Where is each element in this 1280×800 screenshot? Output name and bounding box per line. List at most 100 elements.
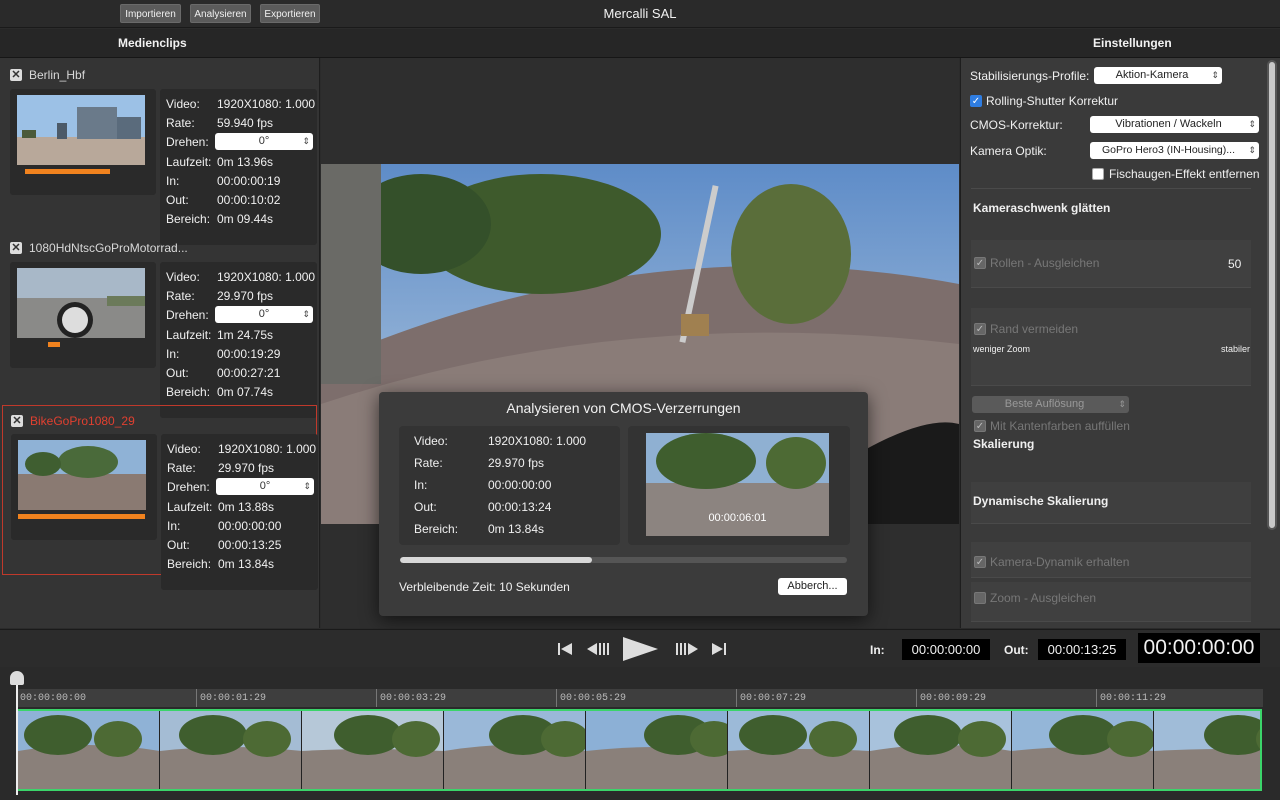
cam-dynamics-label: Kamera-Dynamik erhalten [990,555,1130,569]
filmstrip[interactable] [16,709,1262,791]
stepper-icon: ⇕ [302,309,310,319]
dialog-thumbnail: 00:00:06:01 [646,433,829,536]
step-forward-icon[interactable] [674,640,700,658]
stepper-icon: ⇕ [303,481,311,491]
filmstrip-frame [444,711,586,789]
rotate-label: Drehen: [166,135,209,149]
in-label: In: [414,478,428,492]
rotate-select[interactable]: 0° ⇕ [216,478,314,495]
remove-clip-icon[interactable]: ✕ [11,415,23,427]
range-label: Bereich: [414,522,459,536]
resolution-select[interactable]: Beste Auflösung ⇕ [972,396,1129,413]
video-label: Video: [414,434,448,448]
in-label: In: [166,174,180,188]
out-label: Out: [414,500,437,514]
filmstrip-frame [586,711,728,789]
current-timecode: 00:00:00:00 [1138,633,1260,663]
profile-value: Aktion-Kamera [1115,69,1189,81]
remove-clip-icon[interactable]: ✕ [10,242,22,254]
clip-thumbnail [17,268,145,338]
timeline-tick-mark [1096,689,1097,707]
rate-label: Rate: [166,289,195,303]
optics-select[interactable]: GoPro Hero3 (IN-Housing)... ⇕ [1090,142,1259,159]
video-value: 1920X1080: 1.000 [218,442,317,456]
timeline-tick-mark [916,689,917,707]
rolling-shutter-label: Rolling-Shutter Korrektur [986,94,1119,108]
rate-value: 29.970 fps [217,289,274,303]
timeline-tick-label: 00:00:00:00 [20,693,87,704]
timeline-tick-mark [196,689,197,707]
go-to-end-icon[interactable] [710,640,728,658]
timeline-tick-label: 00:00:01:29 [200,693,267,704]
rate-value: 29.970 fps [488,456,545,470]
duration-value: 0m 13.96s [217,155,274,169]
cancel-button[interactable]: Abberch... [778,578,847,595]
timeline-ruler[interactable]: 00:00:00:00 00:00:01:29 00:00:03:29 00:00:0… [16,689,1263,707]
less-zoom-label: weniger Zoom [973,344,1031,354]
in-label: In: [166,347,180,361]
in-value: 00:00:00:00 [488,478,552,492]
filmstrip-frame [302,711,444,789]
rotate-label: Drehen: [166,308,209,322]
filmstrip-frame [1154,711,1260,789]
video-label: Video: [166,270,200,284]
clip-item[interactable]: ✕ 1080HdNtscGoProMotorrad... Video: 1920X… [2,237,317,418]
title-bar: Importieren Analysieren Exportieren Merc… [0,0,1280,28]
clip-info: Video: 1920X1080: 1.000 Rate: 29.970 fps D… [160,262,317,418]
stepper-icon: ⇕ [1118,399,1126,409]
pan-smoothing-title: Kameraschwenk glätten [973,201,1111,215]
video-label: Video: [166,97,200,111]
edge-fill-checkbox[interactable]: ✓ [974,420,986,432]
cam-dynamics-checkbox[interactable]: ✓ [974,556,986,568]
media-clips-header: Medienclips [118,36,187,50]
zoom-checkbox[interactable] [974,592,986,604]
settings-header: Einstellungen [1093,36,1172,50]
range-value: 0m 13.84s [488,522,545,536]
playhead-handle[interactable] [10,671,24,685]
rolling-shutter-checkbox[interactable]: ✓ [970,95,982,107]
cmos-select[interactable]: Vibrationen / Wackeln ⇕ [1090,116,1259,133]
timeline-tick-label: 00:00:11:29 [1100,693,1167,704]
clip-info: Video: 1920X1080: 1.000 Rate: 29.970 fps D… [161,434,318,590]
duration-label: Laufzeit: [166,328,212,342]
clip-item[interactable]: ✕ Berlin_Hbf Video: 1920X1080: 1.000 Rate… [2,64,317,245]
roll-checkbox[interactable]: ✓ [974,257,986,269]
border-checkbox[interactable]: ✓ [974,323,986,335]
duration-label: Laufzeit: [167,500,213,514]
step-back-icon[interactable] [585,640,611,658]
clip-thumbnail-box [11,434,157,540]
timeline-tick-mark [376,689,377,707]
out-label: Out: [166,193,189,207]
out-point-timecode[interactable]: 00:00:13:25 [1038,639,1126,660]
in-value: 00:00:00:19 [217,174,281,188]
clip-item-selected[interactable]: ✕ BikeGoPro1080_29 Video: 1920X1080: 1.00… [2,405,318,590]
timeline-tick-label: 00:00:07:29 [740,693,807,704]
out-label: Out: [166,366,189,380]
rotate-select[interactable]: 0° ⇕ [215,133,313,150]
in-point-timecode[interactable]: 00:00:00:00 [902,639,990,660]
resolution-value: Beste Auflösung [1004,398,1085,410]
timeline[interactable]: 00:00:00:00 00:00:01:29 00:00:03:29 00:00:0… [0,667,1280,800]
in-value: 00:00:19:29 [217,347,281,361]
scaling-title: Skalierung [973,437,1035,451]
profile-select[interactable]: Aktion-Kamera ⇕ [1094,67,1222,84]
video-value: 1920X1080: 1.000 [488,434,587,448]
profile-label: Stabilisierungs-Profile: [970,69,1090,83]
rotate-select[interactable]: 0° ⇕ [215,306,313,323]
rate-label: Rate: [414,456,443,470]
in-value: 00:00:00:00 [218,519,282,533]
timeline-tick-mark [556,689,557,707]
out-value: 00:00:13:24 [488,500,552,514]
rotate-label: Drehen: [167,480,210,494]
fisheye-checkbox[interactable] [1092,168,1104,180]
video-label: Video: [167,442,201,456]
play-icon[interactable] [620,635,660,663]
rate-label: Rate: [166,116,195,130]
cmos-label: CMOS-Korrektur: [970,118,1063,132]
go-to-start-icon[interactable] [556,640,574,658]
remove-clip-icon[interactable]: ✕ [10,69,22,81]
scrollbar-thumb[interactable] [1269,62,1275,528]
media-clips-panel: ✕ Berlin_Hbf Video: 1920X1080: 1.000 Rate… [0,58,320,628]
duration-value: 1m 24.75s [217,328,274,342]
clip-range-bar [18,514,145,519]
